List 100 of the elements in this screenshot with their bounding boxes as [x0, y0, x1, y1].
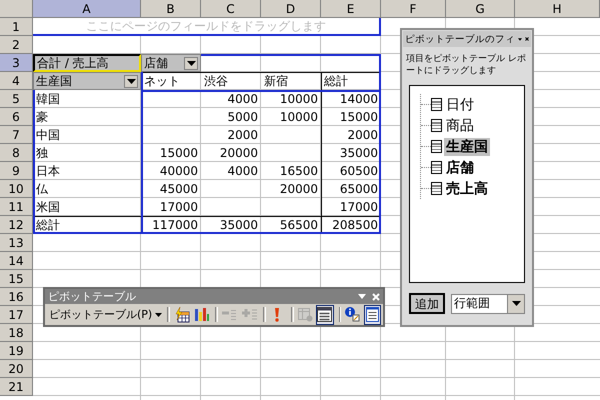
table-cell: 4000	[201, 90, 261, 108]
total-label: 総計	[33, 216, 141, 234]
table-cell-text: 20000	[278, 181, 319, 198]
table-cell: 65000	[321, 180, 381, 198]
table-cell	[141, 90, 201, 108]
info-icon	[345, 307, 360, 322]
table-cell: 17000	[321, 198, 381, 216]
select-all-corner[interactable]	[0, 0, 33, 18]
row-number[interactable]: 17	[0, 306, 33, 324]
table-cell-text: 2000	[226, 127, 259, 144]
table-cell-text: 20000	[218, 145, 259, 162]
dropdown-icon[interactable]	[124, 74, 138, 88]
table-cell: 10000	[261, 90, 321, 108]
table-cell: 15000	[321, 108, 381, 126]
close-icon[interactable]	[525, 35, 529, 43]
exclamation-icon	[275, 308, 280, 322]
table-cell: 45000	[141, 180, 201, 198]
table-cell: 208500	[321, 216, 381, 234]
table-cell: 17000	[141, 198, 201, 216]
field-item[interactable]: 日付	[444, 96, 476, 114]
column-letter[interactable]: F	[381, 0, 446, 18]
column-letter[interactable]: E	[321, 0, 381, 18]
column-letter[interactable]: C	[201, 0, 261, 18]
row-number[interactable]: 11	[0, 198, 33, 216]
table-gear-icon	[298, 308, 313, 322]
field-item[interactable]: 売上高	[444, 180, 490, 198]
row-label: 仏	[33, 180, 141, 198]
toolbar-button[interactable]	[364, 304, 382, 324]
row-label: 日本	[33, 162, 141, 180]
row-number[interactable]: 15	[0, 270, 33, 288]
field-item[interactable]: 生産国	[444, 138, 490, 156]
row-number[interactable]: 19	[0, 342, 33, 360]
collapse-rows-icon	[222, 310, 238, 320]
table-cell-text: 10000	[278, 109, 319, 126]
table-cell: 35000	[201, 216, 261, 234]
row-label: 韓国	[33, 90, 141, 108]
row-label: 豪	[33, 108, 141, 126]
column-letter[interactable]: A	[33, 0, 141, 18]
table-cell: 2000	[321, 126, 381, 144]
table-cell: 15000	[141, 144, 201, 162]
table-cell: 117000	[141, 216, 201, 234]
toolbar-button[interactable]	[316, 304, 334, 324]
list-window-icon	[366, 307, 379, 322]
dropdown-icon[interactable]	[518, 36, 522, 42]
row-number[interactable]: 8	[0, 144, 33, 162]
field-item[interactable]: 店舗	[444, 158, 476, 176]
toolbar-button[interactable]	[172, 304, 191, 324]
table-cell: 56500	[261, 216, 321, 234]
expand-rows-icon	[242, 309, 257, 320]
row-label: 中国	[33, 126, 141, 144]
bar-chart-icon	[194, 308, 209, 321]
row-number[interactable]: 3	[0, 54, 33, 72]
table-cell	[321, 54, 381, 72]
window-title: ピボットテーブルのフィ	[405, 32, 515, 46]
toolbar-button[interactable]	[344, 304, 362, 324]
row-number[interactable]: 21	[0, 378, 33, 396]
row-number[interactable]: 2	[0, 36, 33, 54]
table-cell: 60500	[321, 162, 381, 180]
column-field-button[interactable]: 店舗	[141, 54, 201, 72]
row-number[interactable]: 5	[0, 90, 33, 108]
toolbar-title: ピボットテーブル	[48, 289, 137, 304]
table-cell: 40000	[141, 162, 201, 180]
row-number[interactable]: 10	[0, 180, 33, 198]
row-number[interactable]: 14	[0, 252, 33, 270]
row-label: 米国	[33, 198, 141, 216]
column-header: 新宿	[261, 72, 321, 90]
dropdown-icon[interactable]	[507, 294, 524, 312]
table-lightning-icon	[174, 306, 190, 322]
row-number[interactable]: 6	[0, 108, 33, 126]
column-letter[interactable]: G	[446, 0, 515, 18]
dropdown-icon[interactable]	[184, 56, 198, 70]
table-cell-text: 4000	[226, 163, 259, 180]
table-cell: 35000	[321, 144, 381, 162]
pivot-menu-button[interactable]: ピボットテーブル(P)	[47, 305, 164, 324]
row-number[interactable]: 9	[0, 162, 33, 180]
caret-icon	[155, 312, 162, 316]
field-item[interactable]: 商品	[444, 116, 476, 134]
row-number[interactable]: 16	[0, 288, 33, 306]
column-letter[interactable]: H	[515, 0, 600, 18]
row-number[interactable]: 18	[0, 324, 33, 342]
row-number[interactable]: 20	[0, 360, 33, 378]
row-number[interactable]: 4	[0, 72, 33, 90]
column-header: 総計	[321, 72, 381, 90]
row-field-button[interactable]: 生産国	[33, 72, 141, 90]
form-icon	[317, 307, 332, 322]
add-button[interactable]: 追加	[409, 293, 445, 314]
instruction-text: 項目をピボットテーブル レポートにドラッグします	[405, 52, 527, 77]
column-letter[interactable]: D	[261, 0, 321, 18]
row-number[interactable]: 13	[0, 234, 33, 252]
table-cell-text: 5000	[226, 109, 259, 126]
table-cell: 14000	[321, 90, 381, 108]
row-number[interactable]: 7	[0, 126, 33, 144]
area-dropdown[interactable]: 行範囲	[451, 294, 525, 314]
column-letter[interactable]: B	[141, 0, 201, 18]
row-number[interactable]: 12	[0, 216, 33, 234]
data-field-button[interactable]: 合計 / 売上高	[33, 54, 141, 72]
column-header: ネット	[141, 72, 201, 90]
row-number[interactable]: 1	[0, 18, 33, 36]
column-header: 渋谷	[201, 72, 261, 90]
row-label: 独	[33, 144, 141, 162]
